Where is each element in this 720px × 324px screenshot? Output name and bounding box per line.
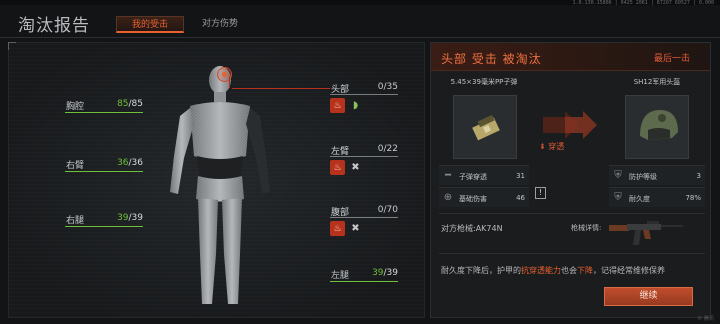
penetrate-label: ⇟ 穿透 [539, 142, 565, 151]
armor-name: SH12军用头盔 [633, 78, 681, 86]
weapon-detail-label[interactable]: 枪械详情: [571, 223, 601, 233]
part-abdomen: 腹部 0/70 ♨ ✖ [330, 205, 398, 237]
header: 淘汰报告 我的受击 对方伤势 [0, 8, 720, 38]
bleeding-icon: ♨ [330, 160, 345, 175]
fracture-icon: ✖ [351, 223, 360, 234]
limb-hp-max: /39 [383, 268, 398, 278]
crosshair-icon: ⊕ [443, 192, 453, 203]
armor-card[interactable]: SH12军用头盔 ⛨ 防护等级 3 ⛨ 耐久度 78% [609, 77, 705, 207]
limb-hp-bar [65, 226, 143, 227]
body-figure [170, 66, 270, 304]
limb-hp-current: 36 [117, 158, 129, 168]
corner-bracket [8, 42, 16, 50]
limb-right-arm: 右臂 36/36 [65, 158, 143, 172]
divider [439, 253, 705, 254]
limb-hp-max: /85 [128, 99, 143, 109]
limb-hp-bar [330, 281, 398, 282]
penetrate-icon: ⇟ [539, 142, 549, 151]
limb-hp-bar [65, 171, 143, 172]
elimination-header: 头部 受击 被淘汰 最后一击 [431, 43, 710, 71]
bleeding-icon: ♨ [330, 221, 345, 236]
helmet-icon [640, 110, 678, 140]
hit-leader-line [232, 88, 330, 89]
limb-name: 胸腔 [66, 102, 85, 112]
elimination-detail-panel: 头部 受击 被淘汰 最后一击 5.45×39毫米PP子弹 ━ 子弹穿透 31 ⊕… [430, 42, 711, 318]
limb-hp-max: /36 [128, 158, 143, 168]
ammo-box-icon [472, 114, 500, 141]
ammo-image [453, 95, 517, 159]
part-hp: 0/35 [377, 82, 398, 92]
tab-my-hits[interactable]: 我的受击 [116, 16, 184, 33]
page-title: 淘汰报告 [18, 16, 90, 36]
fracture-icon: ✖ [351, 162, 360, 173]
ammo-penetration-row: ━ 子弹穿透 31 [439, 165, 529, 185]
part-left-arm: 左臂 0/22 ♨ ✖ [330, 144, 398, 176]
watermark: © 腾讯 [697, 316, 714, 322]
hit-leader-stub [229, 76, 230, 88]
limb-name: 右腿 [66, 216, 85, 226]
limb-hp-max: /39 [128, 213, 143, 223]
divider [439, 213, 705, 214]
durability-icon: ⛨ [614, 192, 622, 203]
ammo-card[interactable]: 5.45×39毫米PP子弹 ━ 子弹穿透 31 ⊕ 基础伤害 46 [439, 77, 529, 207]
limb-right-leg: 右腿 39/39 [65, 213, 143, 227]
rifle-icon[interactable] [607, 215, 687, 249]
elimination-title: 头部 受击 被淘汰 [441, 52, 542, 66]
enemy-weapon-label: 对方枪械:AK74N [441, 224, 503, 233]
final-blow-label: 最后一击 [653, 54, 690, 64]
ammo-damage-row: ⊕ 基础伤害 46 [439, 187, 529, 207]
armor-class-icon: ⛨ [614, 170, 622, 181]
part-name: 头部 [331, 85, 350, 95]
limb-chest: 胸腔 85/85 [65, 99, 143, 113]
tab-enemy-injuries[interactable]: 对方伤势 [186, 16, 254, 33]
part-hp: 0/22 [377, 144, 398, 154]
armor-image [625, 95, 689, 159]
limb-name: 左腿 [331, 271, 350, 281]
part-head: 头部 0/35 ♨ ◗ [330, 82, 398, 114]
ammo-name: 5.45×39毫米PP子弹 [450, 78, 518, 86]
ear-icon: ◗ [352, 100, 359, 111]
limb-hp-current: 39 [372, 268, 384, 278]
armor-durability-row: ⛨ 耐久度 78% [609, 187, 705, 207]
bullet-icon: ━ [444, 170, 452, 181]
limb-hp-current: 85 [117, 99, 129, 109]
armor-class-row: ⛨ 防护等级 3 [609, 165, 705, 185]
penetration-arrow-icon [543, 111, 597, 139]
durability-tip: 耐久度下降后，护甲的抗穿透能力也会下降，记得经常维修保养 [441, 266, 665, 275]
warning-icon[interactable]: ! [535, 187, 546, 199]
limb-name: 右臂 [66, 161, 85, 171]
limb-hp-current: 39 [117, 213, 129, 223]
continue-button[interactable]: 继续 [604, 287, 693, 306]
part-name: 腹部 [331, 208, 350, 218]
version-text: 1.0.130.15806 | 0425 2061 | 87207 60527 … [572, 0, 714, 6]
limb-hp-bar [65, 112, 143, 113]
limb-left-leg: 左腿 39/39 [330, 268, 398, 282]
bleeding-icon: ♨ [330, 98, 345, 113]
part-name: 左臂 [331, 147, 350, 157]
part-hp: 0/70 [377, 205, 398, 215]
